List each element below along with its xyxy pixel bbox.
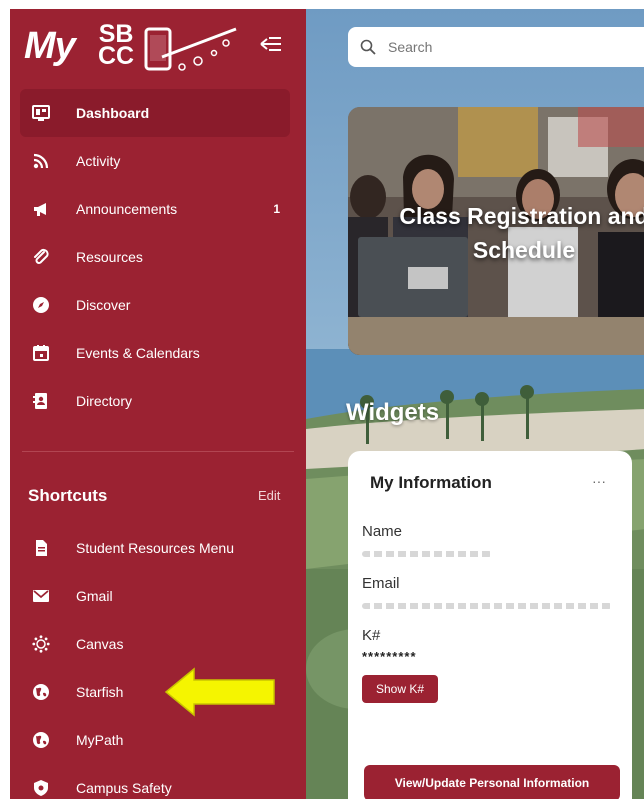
shortcut-mypath[interactable]: MyPath: [20, 716, 290, 764]
nav-item-label: Activity: [76, 153, 121, 169]
collapse-menu-icon[interactable]: [260, 35, 282, 53]
shortcut-label: Gmail: [76, 588, 113, 604]
view-update-personal-information-button[interactable]: View/Update Personal Information: [364, 765, 620, 799]
shortcut-label: MyPath: [76, 732, 124, 748]
shortcut-label: Canvas: [76, 636, 124, 652]
calendar-icon: [32, 344, 50, 362]
nav-item-label: Discover: [76, 297, 131, 313]
shield-icon: [32, 779, 50, 797]
logo-my-text: My: [24, 25, 76, 67]
mysbcc-logo[interactable]: My SB CC: [24, 19, 254, 79]
my-information-widget: My Information ··· Name Email K# *******…: [348, 451, 632, 799]
shortcut-gmail[interactable]: Gmail: [20, 572, 290, 620]
nav-item-events-calendars[interactable]: Events & Calendars: [20, 329, 290, 377]
nav-item-announcements[interactable]: Announcements 1: [20, 185, 290, 233]
paperclip-icon: [32, 248, 50, 266]
shortcuts-title: Shortcuts: [28, 486, 108, 505]
app-frame: My SB CC Dashboard Activity Announcement…: [10, 9, 644, 799]
banner-title-line2: Schedule: [472, 237, 576, 263]
name-label: Name: [362, 523, 403, 540]
nav-item-resources[interactable]: Resources: [20, 233, 290, 281]
nav-item-label: Directory: [76, 393, 133, 409]
shortcut-label: Starfish: [76, 684, 124, 700]
nav-item-label: Dashboard: [76, 105, 150, 121]
yellow-arrow-annotation: [164, 667, 275, 717]
nav-item-activity[interactable]: Activity: [20, 137, 290, 185]
widget-title: My Information: [370, 473, 492, 492]
canvas-icon: [32, 635, 50, 653]
sidebar: My SB CC Dashboard Activity Announcement…: [10, 9, 306, 799]
address-book-icon: [32, 392, 50, 410]
widgets-heading: Widgets: [346, 399, 440, 426]
main-nav: Dashboard Activity Announcements 1 Resou…: [20, 89, 290, 425]
shortcut-label: Campus Safety: [76, 780, 172, 796]
nav-item-label: Announcements: [76, 201, 178, 217]
k-number-value: *********: [362, 649, 417, 664]
shortcut-campus-safety[interactable]: Campus Safety: [20, 764, 290, 799]
compass-icon: [32, 296, 50, 314]
announcements-count-badge: 1: [273, 202, 280, 216]
megaphone-icon: [32, 200, 50, 218]
document-icon: [32, 539, 50, 557]
email-value-redacted: [362, 603, 612, 609]
nav-item-discover[interactable]: Discover: [20, 281, 290, 329]
sidebar-divider: [22, 451, 294, 452]
nav-item-label: Resources: [76, 249, 143, 265]
logo-sbcc-text: SB CC: [98, 22, 135, 70]
search-input[interactable]: [386, 38, 630, 56]
name-value-redacted: [362, 551, 492, 557]
globe-icon: [32, 731, 50, 749]
globe-icon: [32, 683, 50, 701]
mail-icon: [32, 587, 50, 605]
shortcuts-edit-link[interactable]: Edit: [258, 488, 280, 503]
logo-device-icon: [144, 27, 237, 71]
class-registration-banner[interactable]: Class Registration and Schedule: [348, 107, 644, 355]
k-number-label: K#: [362, 627, 381, 644]
banner-title: Class Registration and Schedule: [348, 199, 644, 267]
shortcuts-list: Student Resources Menu Gmail Canvas Star…: [20, 524, 290, 799]
search-icon: [360, 39, 376, 55]
rss-icon: [32, 152, 50, 170]
nav-item-dashboard[interactable]: Dashboard: [20, 89, 290, 137]
shortcut-canvas[interactable]: Canvas: [20, 620, 290, 668]
shortcut-label: Student Resources Menu: [76, 540, 234, 556]
banner-title-line1: Class Registration and: [399, 203, 644, 229]
nav-item-directory[interactable]: Directory: [20, 377, 290, 425]
nav-item-label: Events & Calendars: [76, 345, 200, 361]
email-label: Email: [362, 575, 400, 592]
logo-sbcc-line2: CC: [98, 42, 135, 70]
search-bar[interactable]: [348, 27, 644, 67]
widget-menu-icon[interactable]: ···: [592, 473, 606, 489]
shortcut-student-resources-menu[interactable]: Student Resources Menu: [20, 524, 290, 572]
dashboard-icon: [32, 104, 50, 122]
show-k-number-button[interactable]: Show K#: [362, 675, 438, 703]
